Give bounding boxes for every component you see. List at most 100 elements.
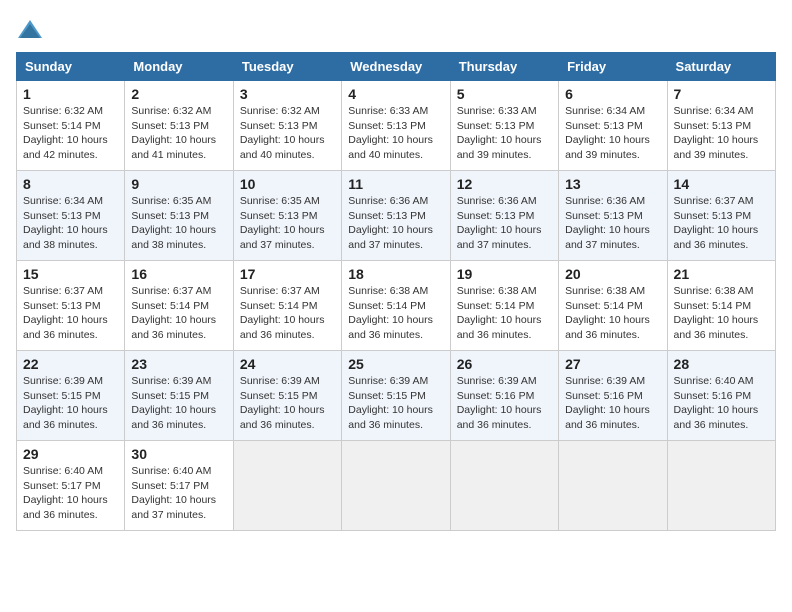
daylight-label: Daylight: 10 hours and 37 minutes. — [348, 224, 433, 251]
day-cell-11: 11 Sunrise: 6:36 AM Sunset: 5:13 PM Dayl… — [342, 171, 450, 261]
day-cell-12: 12 Sunrise: 6:36 AM Sunset: 5:13 PM Dayl… — [450, 171, 558, 261]
sunset-label: Sunset: 5:13 PM — [240, 210, 318, 222]
day-cell-22: 22 Sunrise: 6:39 AM Sunset: 5:15 PM Dayl… — [17, 351, 125, 441]
sunrise-label: Sunrise: 6:38 AM — [457, 285, 537, 297]
day-info: Sunrise: 6:39 AM Sunset: 5:15 PM Dayligh… — [131, 374, 226, 433]
day-number: 24 — [240, 356, 335, 372]
daylight-label: Daylight: 10 hours and 36 minutes. — [565, 404, 650, 431]
day-cell-27: 27 Sunrise: 6:39 AM Sunset: 5:16 PM Dayl… — [559, 351, 667, 441]
day-cell-19: 19 Sunrise: 6:38 AM Sunset: 5:14 PM Dayl… — [450, 261, 558, 351]
day-info: Sunrise: 6:32 AM Sunset: 5:13 PM Dayligh… — [131, 104, 226, 163]
day-cell-25: 25 Sunrise: 6:39 AM Sunset: 5:15 PM Dayl… — [342, 351, 450, 441]
daylight-label: Daylight: 10 hours and 40 minutes. — [240, 134, 325, 161]
sunset-label: Sunset: 5:16 PM — [457, 390, 535, 402]
day-number: 10 — [240, 176, 335, 192]
daylight-label: Daylight: 10 hours and 42 minutes. — [23, 134, 108, 161]
day-info: Sunrise: 6:40 AM Sunset: 5:17 PM Dayligh… — [131, 464, 226, 523]
sunset-label: Sunset: 5:13 PM — [23, 210, 101, 222]
calendar-header-row: SundayMondayTuesdayWednesdayThursdayFrid… — [17, 53, 776, 81]
day-cell-5: 5 Sunrise: 6:33 AM Sunset: 5:13 PM Dayli… — [450, 81, 558, 171]
sunrise-label: Sunrise: 6:39 AM — [565, 375, 645, 387]
day-number: 11 — [348, 176, 443, 192]
daylight-label: Daylight: 10 hours and 39 minutes. — [565, 134, 650, 161]
sunset-label: Sunset: 5:13 PM — [674, 120, 752, 132]
col-header-sunday: Sunday — [17, 53, 125, 81]
day-number: 2 — [131, 86, 226, 102]
day-info: Sunrise: 6:38 AM Sunset: 5:14 PM Dayligh… — [565, 284, 660, 343]
col-header-tuesday: Tuesday — [233, 53, 341, 81]
sunrise-label: Sunrise: 6:40 AM — [23, 465, 103, 477]
sunrise-label: Sunrise: 6:39 AM — [131, 375, 211, 387]
day-info: Sunrise: 6:39 AM Sunset: 5:15 PM Dayligh… — [240, 374, 335, 433]
daylight-label: Daylight: 10 hours and 39 minutes. — [674, 134, 759, 161]
day-cell-10: 10 Sunrise: 6:35 AM Sunset: 5:13 PM Dayl… — [233, 171, 341, 261]
day-number: 12 — [457, 176, 552, 192]
day-cell-21: 21 Sunrise: 6:38 AM Sunset: 5:14 PM Dayl… — [667, 261, 775, 351]
daylight-label: Daylight: 10 hours and 38 minutes. — [131, 224, 216, 251]
empty-cell — [450, 441, 558, 531]
sunrise-label: Sunrise: 6:39 AM — [23, 375, 103, 387]
day-cell-30: 30 Sunrise: 6:40 AM Sunset: 5:17 PM Dayl… — [125, 441, 233, 531]
sunset-label: Sunset: 5:13 PM — [131, 120, 209, 132]
daylight-label: Daylight: 10 hours and 36 minutes. — [23, 494, 108, 521]
sunrise-label: Sunrise: 6:34 AM — [565, 105, 645, 117]
daylight-label: Daylight: 10 hours and 36 minutes. — [457, 404, 542, 431]
daylight-label: Daylight: 10 hours and 38 minutes. — [23, 224, 108, 251]
sunrise-label: Sunrise: 6:38 AM — [674, 285, 754, 297]
day-number: 16 — [131, 266, 226, 282]
sunrise-label: Sunrise: 6:36 AM — [348, 195, 428, 207]
day-number: 26 — [457, 356, 552, 372]
sunset-label: Sunset: 5:16 PM — [674, 390, 752, 402]
day-number: 28 — [674, 356, 769, 372]
daylight-label: Daylight: 10 hours and 36 minutes. — [23, 404, 108, 431]
daylight-label: Daylight: 10 hours and 40 minutes. — [348, 134, 433, 161]
sunset-label: Sunset: 5:13 PM — [565, 210, 643, 222]
sunset-label: Sunset: 5:14 PM — [457, 300, 535, 312]
sunset-label: Sunset: 5:15 PM — [131, 390, 209, 402]
week-row-4: 22 Sunrise: 6:39 AM Sunset: 5:15 PM Dayl… — [17, 351, 776, 441]
sunset-label: Sunset: 5:13 PM — [674, 210, 752, 222]
day-number: 7 — [674, 86, 769, 102]
sunrise-label: Sunrise: 6:34 AM — [23, 195, 103, 207]
sunrise-label: Sunrise: 6:38 AM — [348, 285, 428, 297]
daylight-label: Daylight: 10 hours and 37 minutes. — [565, 224, 650, 251]
day-number: 9 — [131, 176, 226, 192]
daylight-label: Daylight: 10 hours and 36 minutes. — [457, 314, 542, 341]
day-cell-20: 20 Sunrise: 6:38 AM Sunset: 5:14 PM Dayl… — [559, 261, 667, 351]
day-cell-18: 18 Sunrise: 6:38 AM Sunset: 5:14 PM Dayl… — [342, 261, 450, 351]
day-cell-13: 13 Sunrise: 6:36 AM Sunset: 5:13 PM Dayl… — [559, 171, 667, 261]
col-header-friday: Friday — [559, 53, 667, 81]
day-info: Sunrise: 6:33 AM Sunset: 5:13 PM Dayligh… — [348, 104, 443, 163]
sunset-label: Sunset: 5:13 PM — [348, 120, 426, 132]
day-cell-1: 1 Sunrise: 6:32 AM Sunset: 5:14 PM Dayli… — [17, 81, 125, 171]
sunset-label: Sunset: 5:13 PM — [565, 120, 643, 132]
sunset-label: Sunset: 5:14 PM — [565, 300, 643, 312]
day-info: Sunrise: 6:37 AM Sunset: 5:13 PM Dayligh… — [674, 194, 769, 253]
daylight-label: Daylight: 10 hours and 39 minutes. — [457, 134, 542, 161]
day-number: 27 — [565, 356, 660, 372]
daylight-label: Daylight: 10 hours and 37 minutes. — [131, 494, 216, 521]
day-cell-28: 28 Sunrise: 6:40 AM Sunset: 5:16 PM Dayl… — [667, 351, 775, 441]
day-info: Sunrise: 6:39 AM Sunset: 5:16 PM Dayligh… — [565, 374, 660, 433]
day-number: 20 — [565, 266, 660, 282]
daylight-label: Daylight: 10 hours and 36 minutes. — [23, 314, 108, 341]
day-number: 8 — [23, 176, 118, 192]
day-cell-8: 8 Sunrise: 6:34 AM Sunset: 5:13 PM Dayli… — [17, 171, 125, 261]
sunrise-label: Sunrise: 6:37 AM — [674, 195, 754, 207]
sunrise-label: Sunrise: 6:36 AM — [457, 195, 537, 207]
day-cell-7: 7 Sunrise: 6:34 AM Sunset: 5:13 PM Dayli… — [667, 81, 775, 171]
day-number: 1 — [23, 86, 118, 102]
sunset-label: Sunset: 5:17 PM — [131, 480, 209, 492]
sunrise-label: Sunrise: 6:38 AM — [565, 285, 645, 297]
sunset-label: Sunset: 5:15 PM — [348, 390, 426, 402]
daylight-label: Daylight: 10 hours and 36 minutes. — [565, 314, 650, 341]
empty-cell — [559, 441, 667, 531]
day-number: 14 — [674, 176, 769, 192]
sunset-label: Sunset: 5:14 PM — [674, 300, 752, 312]
empty-cell — [342, 441, 450, 531]
day-cell-17: 17 Sunrise: 6:37 AM Sunset: 5:14 PM Dayl… — [233, 261, 341, 351]
day-number: 22 — [23, 356, 118, 372]
day-number: 18 — [348, 266, 443, 282]
sunrise-label: Sunrise: 6:33 AM — [348, 105, 428, 117]
day-number: 15 — [23, 266, 118, 282]
